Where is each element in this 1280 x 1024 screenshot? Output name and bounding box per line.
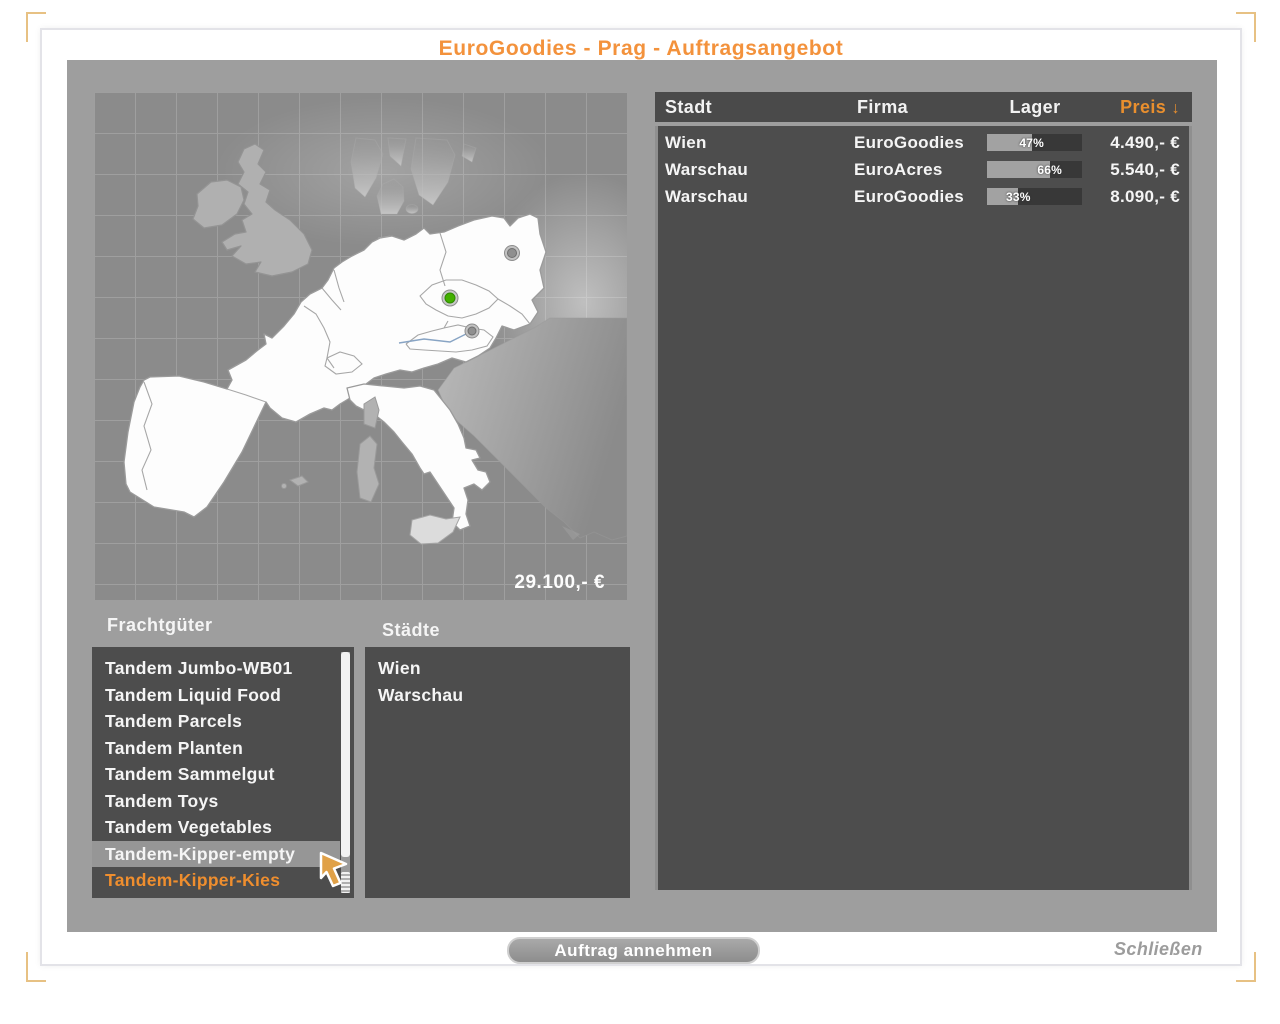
europe-map: 29.100,- €	[94, 92, 627, 600]
city-item[interactable]: Warschau	[365, 682, 630, 709]
scrollbar-grip[interactable]	[341, 872, 350, 893]
stock-percent-label: 47%	[1019, 135, 1044, 150]
freight-item[interactable]: Tandem Toys	[92, 788, 340, 815]
route-price-label: 29.100,- €	[514, 572, 605, 593]
freight-list-label: Frachtgüter	[107, 615, 213, 635]
offer-city: Warschau	[665, 186, 749, 206]
column-preis-sorted[interactable]: Preis ↓	[1085, 97, 1192, 118]
stock-bar: 66%	[987, 161, 1082, 178]
offers-table: Stadt Firma Lager Preis ↓ Wien EuroGoodi…	[655, 92, 1192, 890]
freight-item[interactable]: Tandem-Kipper-empty	[92, 840, 340, 867]
map-marker-prag[interactable]	[441, 289, 459, 307]
scrollbar-thumb[interactable]	[341, 652, 350, 857]
map-marker-wien[interactable]	[464, 323, 480, 339]
freight-item[interactable]: Tandem Liquid Food	[92, 682, 340, 709]
europe-map-svg	[94, 92, 627, 600]
main-panel: 29.100,- € Stadt Firma Lager Preis ↓ Wie…	[67, 60, 1217, 932]
freight-item[interactable]: Tandem Parcels	[92, 708, 340, 735]
stock-percent-label: 66%	[1037, 162, 1062, 177]
offer-row[interactable]: Warschau EuroGoodies 33% 8.090,- €	[658, 183, 1189, 210]
offer-row[interactable]: Warschau EuroAcres 66% 5.540,- €	[658, 156, 1189, 183]
offers-table-header: Stadt Firma Lager Preis ↓	[655, 92, 1192, 122]
column-stadt[interactable]: Stadt	[655, 97, 847, 118]
map-marker-warschau[interactable]	[504, 245, 520, 261]
column-firma[interactable]: Firma	[847, 97, 985, 118]
freight-item[interactable]: Tandem-Kipper-Kies	[92, 867, 340, 894]
freight-item[interactable]: Tandem Jumbo-WB01	[92, 655, 340, 682]
column-lager[interactable]: Lager	[985, 97, 1085, 118]
freight-listbox: Tandem Jumbo-WB01 Tandem Liquid Food Tan…	[92, 647, 354, 898]
freight-item[interactable]: Tandem Vegetables	[92, 814, 340, 841]
stock-bar: 47%	[987, 134, 1082, 151]
offers-table-body: Wien EuroGoodies 47% 4.490,- € Warschau …	[655, 126, 1192, 890]
accept-order-button[interactable]: Auftrag annehmen	[507, 937, 760, 964]
offer-company: EuroGoodies	[854, 132, 965, 152]
offer-row[interactable]: Wien EuroGoodies 47% 4.490,- €	[658, 129, 1189, 156]
stock-percent-label: 33%	[1006, 189, 1031, 204]
offer-price: 5.540,- €	[1110, 159, 1180, 179]
offer-city: Warschau	[665, 159, 749, 179]
offer-city: Wien	[665, 132, 707, 152]
freight-scrollbar[interactable]	[341, 652, 350, 893]
cities-listbox: Wien Warschau	[365, 647, 630, 898]
cities-list-label: Städte	[382, 620, 441, 640]
offer-price: 4.490,- €	[1110, 132, 1180, 152]
stock-bar: 33%	[987, 188, 1082, 205]
order-offer-dialog: EuroGoodies - Prag - Auftragsangebot 29.…	[40, 28, 1242, 966]
column-preis-label: Preis	[1120, 96, 1167, 117]
offer-company: EuroAcres	[854, 159, 943, 179]
sort-descending-icon: ↓	[1171, 99, 1180, 117]
freight-item[interactable]: Tandem Planten	[92, 735, 340, 762]
offer-company: EuroGoodies	[854, 186, 965, 206]
city-item[interactable]: Wien	[365, 655, 630, 682]
offer-price: 8.090,- €	[1110, 186, 1180, 206]
freight-item[interactable]: Tandem Sammelgut	[92, 761, 340, 788]
dialog-title: EuroGoodies - Prag - Auftragsangebot	[438, 37, 844, 60]
close-button[interactable]: Schließen	[1114, 939, 1203, 960]
